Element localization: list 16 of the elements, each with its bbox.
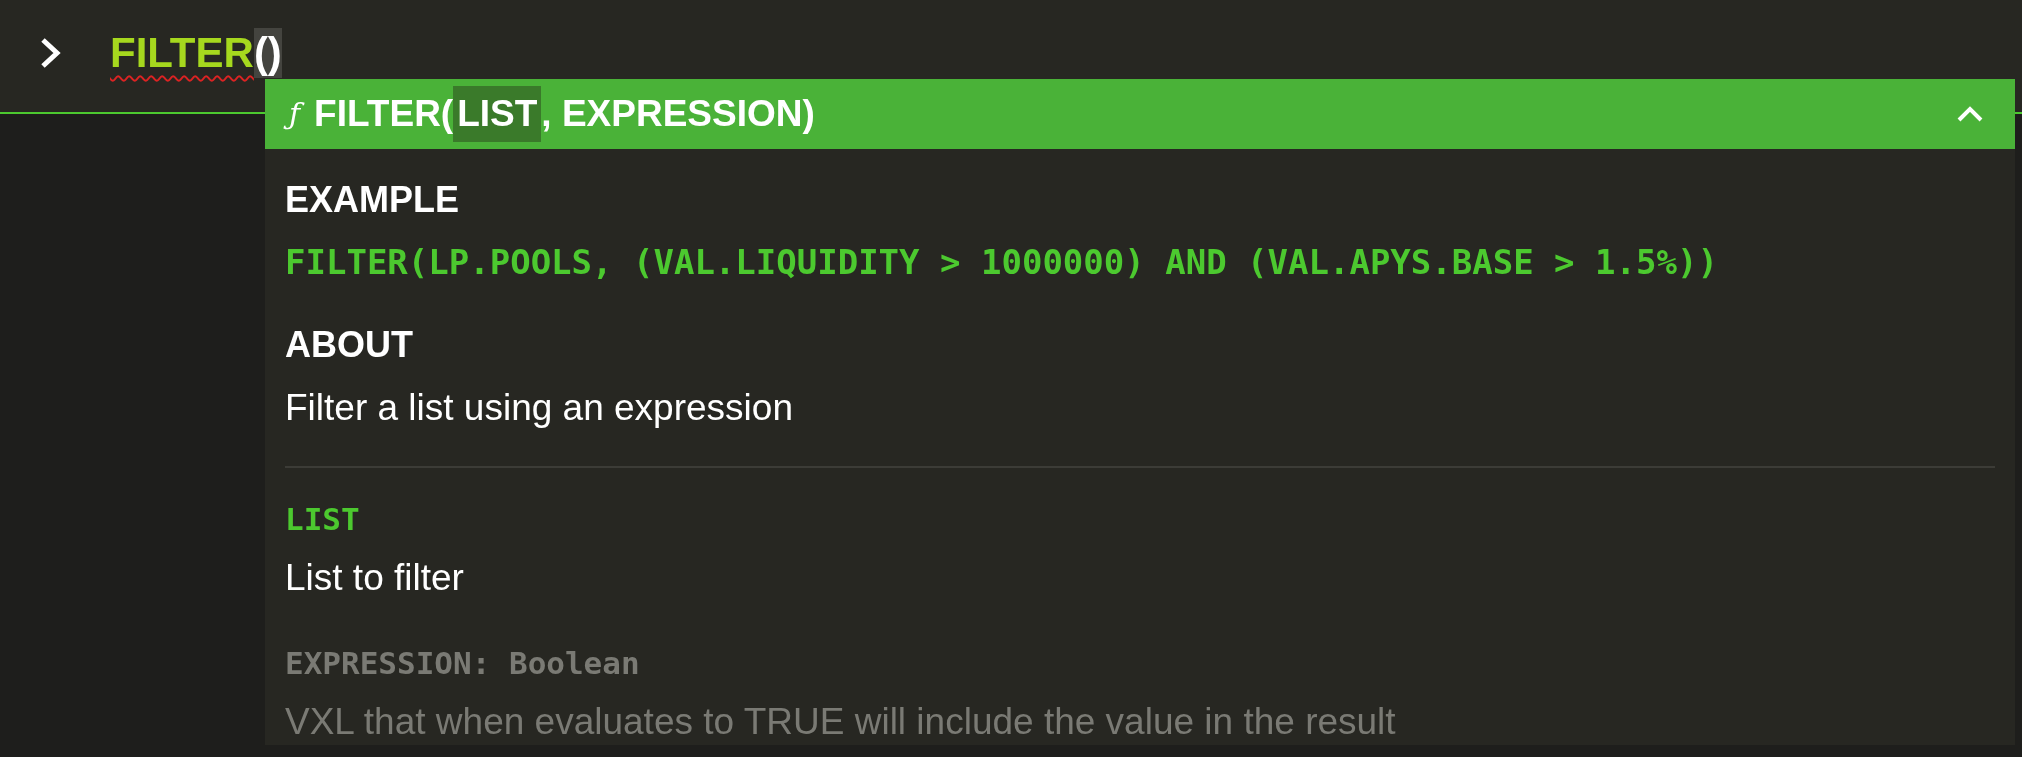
signature-part: LIST [453,86,542,142]
function-icon: ƒ [285,94,305,134]
parameter-name: LIST [285,499,361,539]
parameter-name: EXPRESSION: Boolean [285,643,641,683]
formula-input[interactable]: FILTER() [110,28,282,78]
signature-part: FILTER( [314,92,454,137]
section-heading: ABOUT [285,323,414,367]
example-code: FILTER(LP.POOLS, (VAL.LIQUIDITY > 1000000) AND (VAL.APYS.BASE > 1.5%)) [285,241,1719,284]
signature-part: , EXPRESSION) [541,92,815,137]
chevron-up-icon[interactable] [1957,106,1983,122]
about-text: Filter a list using an expression [285,386,794,430]
parameter-description: List to filter [285,556,465,600]
parameter-description: VXL that when evaluates to TRUE will include the value in the result [285,700,1397,744]
function-name: FILTER [110,28,254,78]
arguments-text: () [253,28,282,78]
section-heading: EXAMPLE [285,178,461,222]
